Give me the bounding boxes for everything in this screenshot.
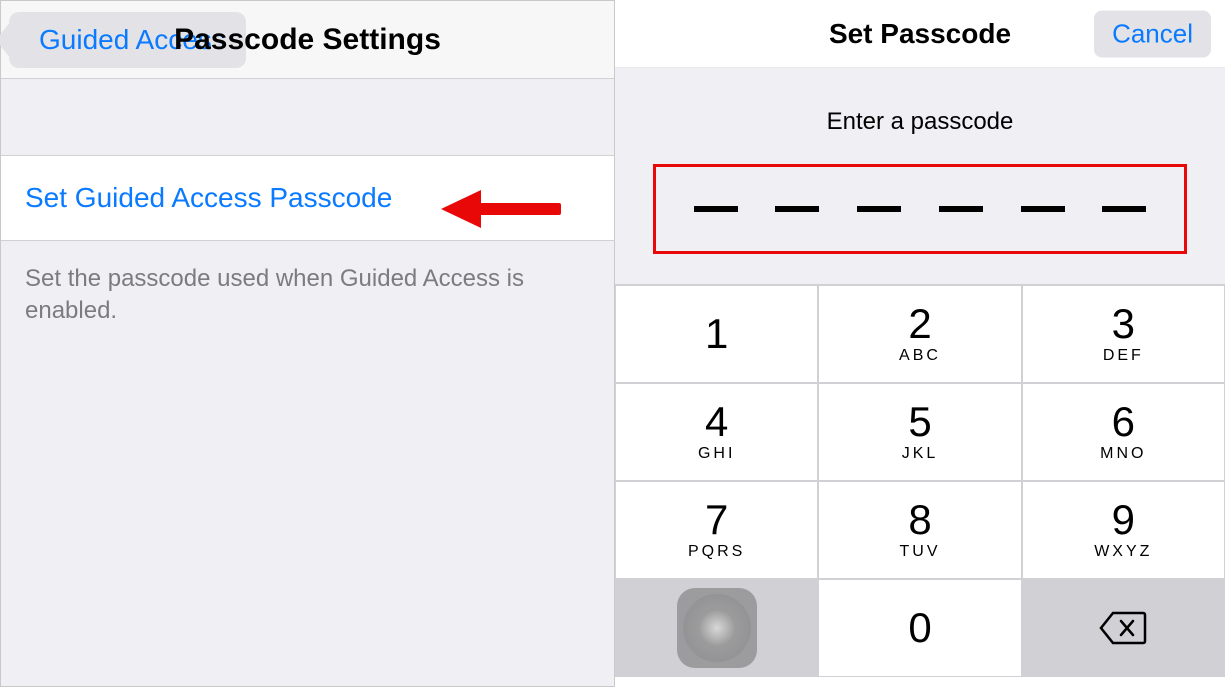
passcode-dash (857, 206, 901, 212)
keypad-delete-button[interactable] (1022, 579, 1225, 677)
keypad-key-letters: WXYZ (1094, 543, 1152, 561)
keypad-key-3[interactable]: 3 DEF (1022, 285, 1225, 383)
keypad-key-letters: PQRS (688, 543, 745, 561)
keypad-key-letters: DEF (1103, 347, 1144, 365)
keypad-key-number: 1 (705, 313, 728, 355)
keypad-key-number: 7 (705, 499, 728, 541)
keypad-key-9[interactable]: 9 WXYZ (1022, 481, 1225, 579)
keypad-key-6[interactable]: 6 MNO (1022, 383, 1225, 481)
keypad-key-number: 4 (705, 401, 728, 443)
keypad-key-number: 9 (1112, 499, 1135, 541)
passcode-settings-screen: Guided Access Passcode Settings Set Guid… (0, 0, 615, 687)
set-guided-access-passcode-row[interactable]: Set Guided Access Passcode (1, 155, 614, 241)
passcode-prompt-area: Enter a passcode (615, 68, 1225, 285)
keypad-key-0[interactable]: 0 (818, 579, 1021, 677)
keypad-key-number: 5 (908, 401, 931, 443)
keypad-key-number: 3 (1112, 303, 1135, 345)
keypad-key-8[interactable]: 8 TUV (818, 481, 1021, 579)
section-footer-text: Set the passcode used when Guided Access… (1, 241, 614, 350)
set-passcode-screen: Set Passcode Cancel Enter a passcode 1 2 A… (615, 0, 1225, 687)
keypad-key-letters: JKL (902, 445, 939, 463)
keypad-key-number: 0 (908, 607, 931, 649)
modal-header: Set Passcode Cancel (615, 0, 1225, 68)
row-label: Set Guided Access Passcode (25, 182, 392, 214)
modal-title: Set Passcode (829, 18, 1011, 50)
section-spacer (1, 79, 614, 155)
passcode-dash (1102, 206, 1146, 212)
page-title: Passcode Settings (174, 23, 441, 57)
keypad-key-letters: MNO (1100, 445, 1146, 463)
keypad-key-number: 6 (1112, 401, 1135, 443)
assistive-touch-icon[interactable] (677, 588, 757, 668)
passcode-dash (694, 206, 738, 212)
keypad-key-letters: ABC (899, 347, 941, 365)
keypad-key-number: 8 (908, 499, 931, 541)
backspace-icon (1099, 611, 1147, 645)
keypad-key-letters: GHI (698, 445, 735, 463)
passcode-field[interactable] (653, 164, 1187, 254)
keypad-key-7[interactable]: 7 PQRS (615, 481, 818, 579)
nav-bar: Guided Access Passcode Settings (1, 1, 614, 79)
number-keypad: 1 2 ABC 3 DEF 4 GHI 5 JKL 6 MNO 7 PQRS 8 TUV 9 WXYZ 0 (615, 285, 1225, 677)
keypad-key-2[interactable]: 2 ABC (818, 285, 1021, 383)
keypad-blank (615, 579, 818, 677)
keypad-key-5[interactable]: 5 JKL (818, 383, 1021, 481)
keypad-key-letters: TUV (899, 543, 940, 561)
keypad-key-4[interactable]: 4 GHI (615, 383, 818, 481)
keypad-key-1[interactable]: 1 (615, 285, 818, 383)
cancel-button[interactable]: Cancel (1094, 10, 1211, 57)
passcode-dash (775, 206, 819, 212)
cancel-button-label: Cancel (1112, 18, 1193, 48)
prompt-text: Enter a passcode (635, 108, 1205, 136)
passcode-dash (939, 206, 983, 212)
passcode-dash (1021, 206, 1065, 212)
keypad-key-number: 2 (908, 303, 931, 345)
